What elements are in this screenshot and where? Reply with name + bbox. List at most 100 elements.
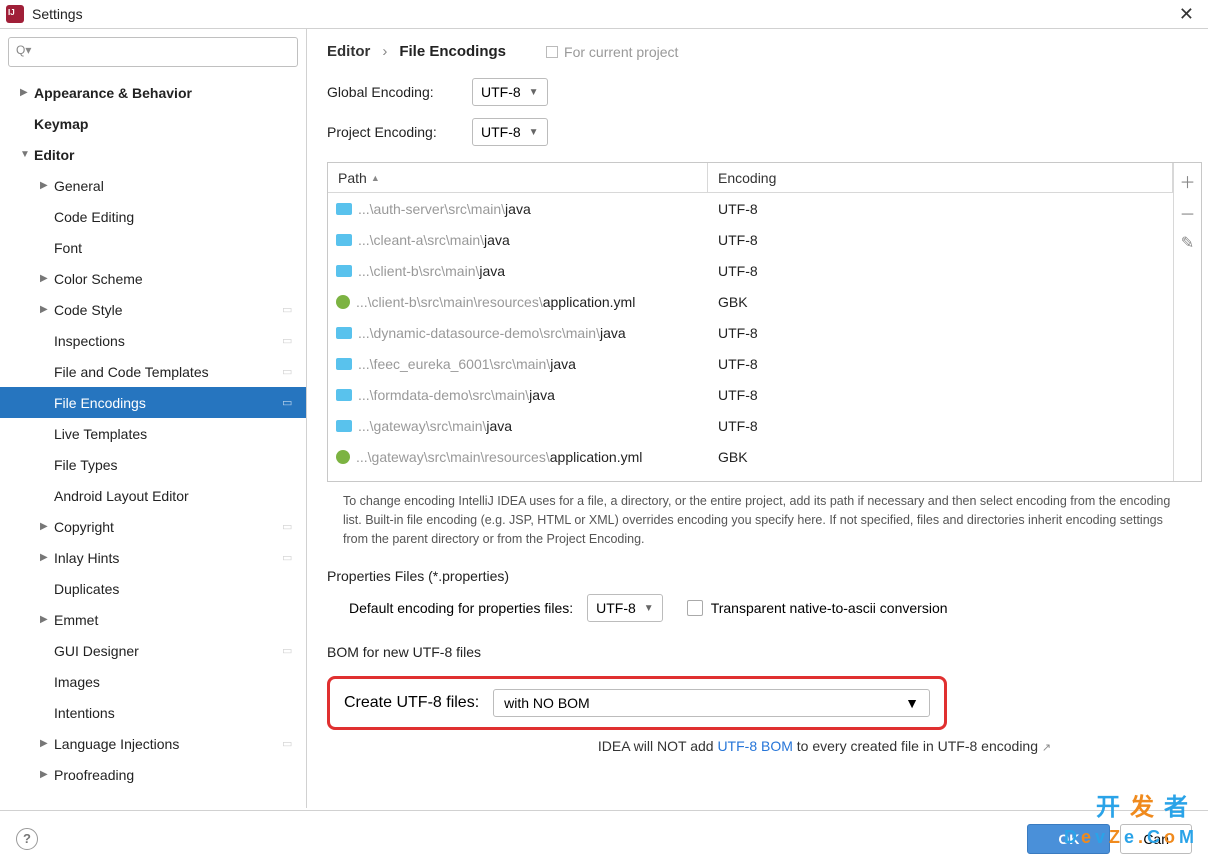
tree-item-inlay-hints[interactable]: ▶Inlay Hints▭ [0, 542, 306, 573]
breadcrumb-editor[interactable]: Editor [327, 43, 370, 60]
table-row[interactable]: ...\dynamic-datasource-demo\src\main\jav… [328, 317, 1173, 348]
external-link-icon: ↗ [1042, 742, 1051, 754]
project-encoding-combo[interactable]: UTF-8▼ [472, 118, 548, 146]
yml-file-icon [336, 450, 350, 464]
table-row[interactable]: ...\formdata-demo\src\main\javaUTF-8 [328, 379, 1173, 410]
add-icon[interactable]: ＋ [1179, 169, 1195, 193]
breadcrumb: Editor › File Encodings For current proj… [327, 43, 1202, 60]
tree-item-keymap[interactable]: Keymap [0, 108, 306, 139]
project-badge-icon: ▭ [282, 737, 296, 751]
tree-item-code-editing[interactable]: Code Editing [0, 201, 306, 232]
arrow-icon: ▶ [40, 738, 54, 749]
tree-item-gui-designer[interactable]: GUI Designer▭ [0, 635, 306, 666]
folder-icon [336, 389, 352, 401]
arrow-icon: ▶ [40, 552, 54, 563]
project-badge-icon: ▭ [282, 644, 296, 658]
table-row[interactable]: ...\gateway\src\main\javaUTF-8 [328, 410, 1173, 441]
sidebar: Q▾ ▶Appearance & BehaviorKeymap▼Editor▶G… [0, 28, 307, 808]
app-icon [6, 5, 24, 23]
dialog-footer: ? OK Can [0, 810, 1208, 866]
remove-icon[interactable]: － [1179, 201, 1195, 225]
watermark-domain: DevZe.CoM [1064, 827, 1198, 848]
tree-item-proofreading[interactable]: ▶Proofreading [0, 759, 306, 790]
search-input[interactable] [8, 37, 298, 67]
tree-item-duplicates[interactable]: Duplicates [0, 573, 306, 604]
titlebar: Settings ✕ [0, 0, 1208, 28]
chevron-right-icon: › [382, 43, 387, 60]
close-icon[interactable]: ✕ [1171, 2, 1202, 27]
folder-icon [336, 234, 352, 246]
create-utf8-label: Create UTF-8 files: [344, 694, 479, 712]
table-row[interactable]: ...\client-b\src\main\resources\applicat… [328, 286, 1173, 317]
project-encoding-label: Project Encoding: [327, 124, 472, 140]
project-badge-icon: ▭ [282, 396, 296, 410]
table-row[interactable]: ...\auth-server\src\main\javaUTF-8 [328, 193, 1173, 224]
project-badge-icon: ▭ [282, 520, 296, 534]
settings-tree: ▶Appearance & BehaviorKeymap▼Editor▶Gene… [0, 75, 306, 808]
search-icon: Q▾ [16, 43, 31, 57]
edit-icon[interactable]: ✎ [1181, 233, 1194, 253]
tree-item-live-templates[interactable]: Live Templates [0, 418, 306, 449]
tree-item-intentions[interactable]: Intentions [0, 697, 306, 728]
arrow-icon: ▼ [20, 149, 34, 160]
table-row[interactable]: ...\gof23-demoUTF-8 [328, 472, 1173, 481]
folder-icon [336, 203, 352, 215]
arrow-icon: ▶ [40, 273, 54, 284]
help-icon[interactable]: ? [16, 828, 38, 850]
tree-item-editor[interactable]: ▼Editor [0, 139, 306, 170]
default-props-encoding-combo[interactable]: UTF-8▼ [587, 594, 663, 622]
breadcrumb-file-encodings: File Encodings [399, 43, 506, 60]
table-row[interactable]: ...\feec_eureka_6001\src\main\javaUTF-8 [328, 348, 1173, 379]
arrow-icon: ▶ [40, 769, 54, 780]
chevron-down-icon: ▼ [529, 127, 539, 138]
tree-item-android-layout-editor[interactable]: Android Layout Editor [0, 480, 306, 511]
tree-item-emmet[interactable]: ▶Emmet [0, 604, 306, 635]
scope-hint: For current project [546, 44, 678, 60]
project-badge-icon: ▭ [282, 334, 296, 348]
help-text: To change encoding IntelliJ IDEA uses fo… [327, 482, 1202, 558]
transparent-ascii-label: Transparent native-to-ascii conversion [711, 600, 948, 616]
tree-item-file-types[interactable]: File Types [0, 449, 306, 480]
chevron-down-icon: ▼ [905, 695, 919, 711]
table-row[interactable]: ...\cleant-a\src\main\javaUTF-8 [328, 224, 1173, 255]
folder-icon [336, 327, 352, 339]
arrow-icon: ▶ [40, 180, 54, 191]
content-panel: Editor › File Encodings For current proj… [307, 28, 1208, 808]
tree-item-font[interactable]: Font [0, 232, 306, 263]
bom-note: IDEA will NOT add UTF-8 BOM to every cre… [447, 738, 1202, 754]
folder-icon [336, 358, 352, 370]
col-encoding[interactable]: Encoding [708, 163, 1173, 192]
utf8-bom-link[interactable]: UTF-8 BOM [717, 738, 792, 754]
project-badge-icon: ▭ [282, 551, 296, 565]
sort-asc-icon: ▲ [371, 173, 380, 183]
module-icon [336, 481, 350, 482]
tree-item-inspections[interactable]: Inspections▭ [0, 325, 306, 356]
table-row[interactable]: ...\client-b\src\main\javaUTF-8 [328, 255, 1173, 286]
project-badge-icon: ▭ [282, 303, 296, 317]
folder-icon [336, 265, 352, 277]
create-utf8-combo[interactable]: with NO BOM▼ [493, 689, 930, 717]
tree-item-file-and-code-templates[interactable]: File and Code Templates▭ [0, 356, 306, 387]
global-encoding-combo[interactable]: UTF-8▼ [472, 78, 548, 106]
tree-item-images[interactable]: Images [0, 666, 306, 697]
tree-item-general[interactable]: ▶General [0, 170, 306, 201]
yml-file-icon [336, 295, 350, 309]
bom-highlight: Create UTF-8 files: with NO BOM▼ [327, 676, 947, 730]
arrow-icon: ▶ [20, 87, 34, 98]
tree-item-code-style[interactable]: ▶Code Style▭ [0, 294, 306, 325]
global-encoding-label: Global Encoding: [327, 84, 472, 100]
tree-item-color-scheme[interactable]: ▶Color Scheme [0, 263, 306, 294]
watermark: 开发者 [1096, 787, 1198, 822]
properties-section-title: Properties Files (*.properties) [327, 568, 1202, 584]
tree-item-copyright[interactable]: ▶Copyright▭ [0, 511, 306, 542]
transparent-ascii-checkbox[interactable] [687, 600, 703, 616]
tree-item-file-encodings[interactable]: File Encodings▭ [0, 387, 306, 418]
col-path[interactable]: Path▲ [328, 163, 708, 192]
default-props-encoding-label: Default encoding for properties files: [349, 600, 573, 616]
chevron-down-icon: ▼ [644, 603, 654, 614]
tree-item-language-injections[interactable]: ▶Language Injections▭ [0, 728, 306, 759]
chevron-down-icon: ▼ [529, 87, 539, 98]
table-row[interactable]: ...\gateway\src\main\resources\applicati… [328, 441, 1173, 472]
project-scope-icon [546, 46, 558, 58]
tree-item-appearance-behavior[interactable]: ▶Appearance & Behavior [0, 77, 306, 108]
